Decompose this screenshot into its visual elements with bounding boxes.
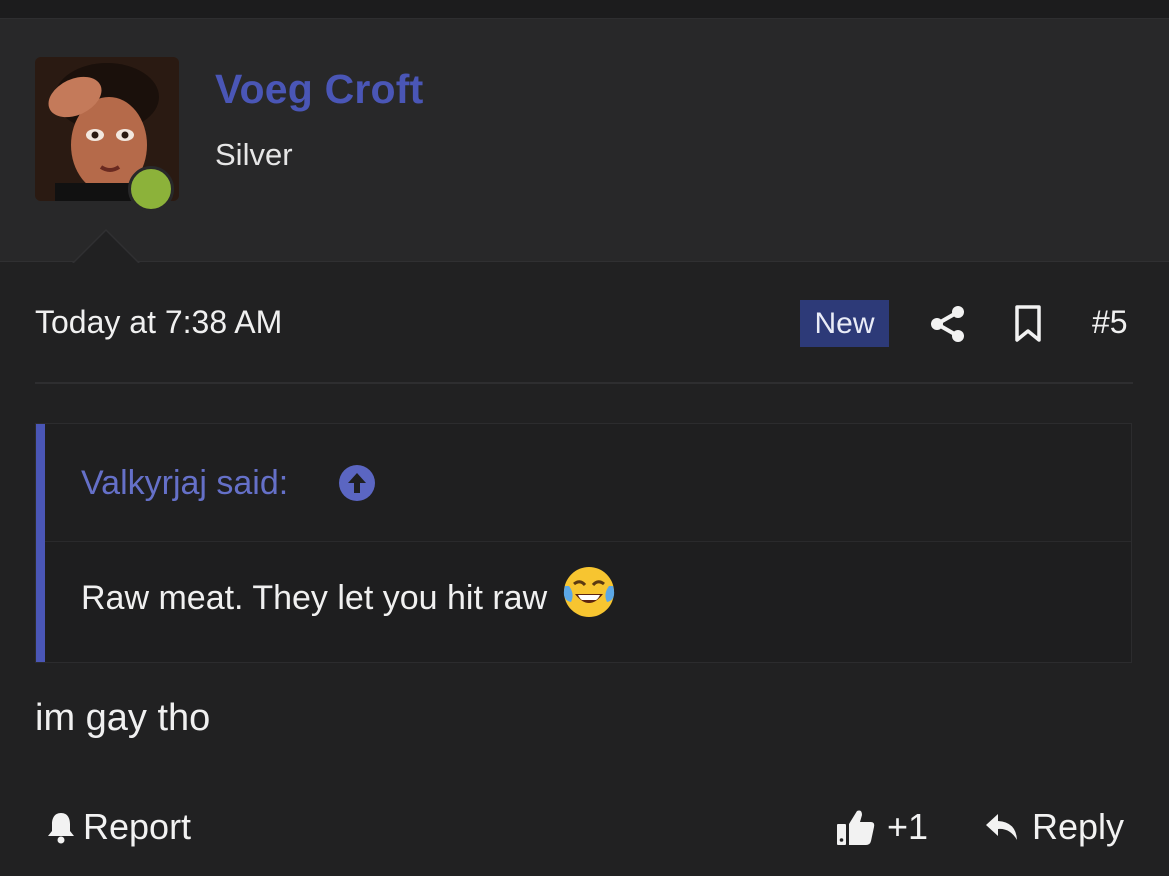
share-button[interactable] (928, 304, 968, 344)
quote-text: Raw meat. They let you hit raw (81, 578, 548, 617)
quote-body: Raw meat. They let you hit raw (81, 567, 617, 626)
reply-button[interactable]: Reply (984, 804, 1124, 850)
quote-jump-button[interactable] (338, 464, 376, 502)
bookmark-button[interactable] (1011, 304, 1045, 344)
thumbs-up-icon (837, 810, 875, 845)
avatar-container[interactable] (35, 57, 179, 212)
bell-icon (48, 813, 74, 844)
post-timestamp[interactable]: Today at 7:38 AM (35, 304, 282, 341)
post-body-text: im gay tho (35, 697, 211, 739)
divider (35, 382, 1133, 384)
bookmark-icon (1015, 305, 1041, 342)
username-link[interactable]: Voeg Croft (215, 66, 424, 113)
reply-arrow-icon (986, 814, 1017, 840)
post-user-header: Voeg Croft Silver (0, 19, 1169, 262)
post-meta: Today at 7:38 AM New #5 (35, 300, 1133, 350)
quote-header: Valkyrjaj said: (45, 424, 1131, 542)
arrow-up-circle-icon (339, 465, 375, 501)
new-badge: New (800, 300, 889, 347)
quote-author-link[interactable]: Valkyrjaj said: (81, 464, 288, 503)
quote-block: Valkyrjaj said: Raw meat. They let you h… (35, 423, 1132, 663)
online-status-indicator (128, 166, 174, 212)
post-number-link[interactable]: #5 (1092, 304, 1128, 341)
report-label: Report (83, 806, 192, 847)
user-title: Silver (215, 137, 293, 172)
share-icon (931, 306, 964, 342)
like-count: +1 (887, 806, 929, 847)
report-button[interactable]: Report (45, 804, 191, 850)
top-bar (0, 0, 1169, 19)
reply-label: Reply (1032, 806, 1125, 847)
like-button[interactable]: +1 (835, 804, 928, 850)
quote-accent-bar (36, 424, 45, 662)
face-with-tears-of-joy-icon (563, 567, 615, 617)
